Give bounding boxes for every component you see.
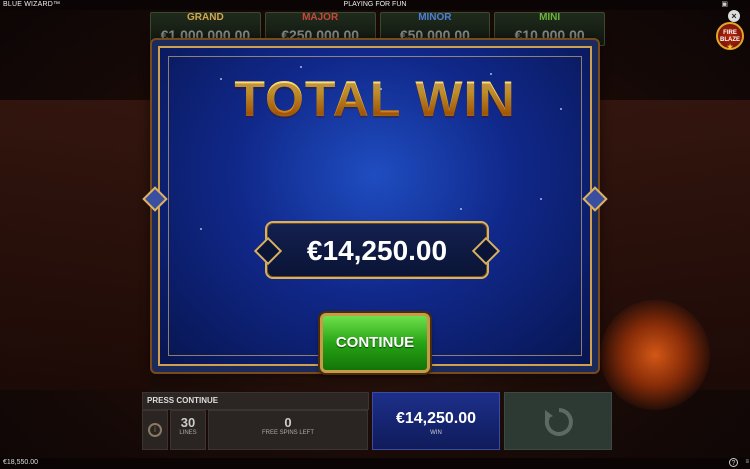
furnace-glow (600, 300, 710, 410)
total-win-amount-box: €14,250.00 (253, 221, 501, 279)
spin-refresh-icon (544, 408, 573, 436)
bottom-control-panel: PRESS CONTINUE i 30 LINES 0 FREE SPINS L… (142, 392, 612, 450)
jackpot-label: MINOR (418, 12, 452, 23)
brand-logo-icon: ▣ (721, 1, 728, 8)
top-bar: BLUE WIZARD™ PLAYING FOR FUN (0, 0, 750, 10)
free-spins-label: FREE SPINS LEFT (261, 430, 314, 436)
footer-bar: €18,550.00 ? ≡ (0, 458, 750, 469)
continue-button[interactable]: CONTINUE (320, 313, 430, 373)
jackpot-label: MINI (539, 12, 561, 23)
close-button[interactable]: × (728, 10, 740, 22)
message-bar: PRESS CONTINUE (142, 392, 369, 410)
jackpot-label: GRAND (187, 12, 224, 23)
help-icon[interactable]: ? (729, 458, 738, 467)
press-continue-message: PRESS CONTINUE (147, 396, 219, 405)
fire-blaze-badge: FIRE BLAZE ★ (716, 22, 744, 51)
win-display: €14,250.00 WIN (372, 392, 500, 450)
win-label: WIN (430, 430, 442, 436)
free-spins-value: 0 (284, 415, 292, 430)
paytable-button[interactable]: i (142, 410, 168, 450)
background-pillar-left (0, 100, 150, 390)
jackpot-label: MAJOR (302, 12, 339, 23)
free-spins-display: 0 FREE SPINS LEFT (208, 410, 368, 450)
play-mode-label: PLAYING FOR FUN (343, 1, 407, 8)
lines-value: 30 (180, 415, 196, 430)
menu-icon[interactable]: ≡ (745, 459, 749, 465)
badge-line-2: BLAZE (720, 37, 740, 43)
info-icon: i (148, 423, 162, 437)
spin-button[interactable] (504, 392, 612, 450)
lines-label: LINES (179, 430, 197, 436)
total-win-title: TOTAL WIN (0, 70, 750, 128)
balance-display: €18,550.00 (3, 459, 39, 466)
lines-display: 30 LINES (170, 410, 206, 450)
win-value: €14,250.00 (395, 410, 477, 427)
star-icon: ★ (726, 44, 734, 51)
total-win-amount: €14,250.00 (306, 235, 448, 266)
badge-line-1: FIRE (723, 30, 737, 36)
